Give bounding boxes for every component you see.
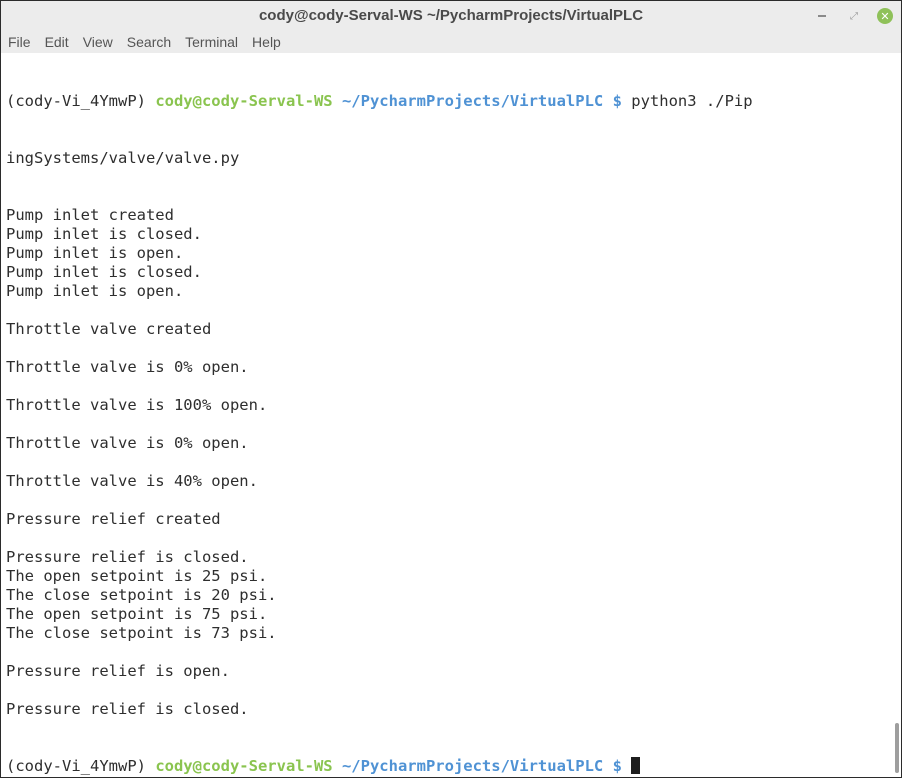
scrollbar[interactable] xyxy=(889,54,901,777)
output-line: The open setpoint is 25 psi. xyxy=(6,567,268,585)
output-line: Throttle valve is 40% open. xyxy=(6,472,258,490)
output-line: The close setpoint is 73 psi. xyxy=(6,624,277,642)
prompt-path: ~/PycharmProjects/VirtualPLC xyxy=(332,757,604,775)
minimize-icon[interactable] xyxy=(813,7,831,25)
menu-terminal[interactable]: Terminal xyxy=(185,34,238,50)
output-line: Throttle valve created xyxy=(6,320,212,338)
prompt-dollar: $ xyxy=(603,757,622,775)
output-line: Pressure relief is open. xyxy=(6,662,230,680)
output-line: The open setpoint is 75 psi. xyxy=(6,605,268,623)
virtualenv-label: (cody-Vi_4YmwP) xyxy=(6,92,156,110)
output-line: Throttle valve is 0% open. xyxy=(6,434,249,452)
command-wrap-line: ingSystems/valve/valve.py xyxy=(6,149,240,167)
output-line: Throttle valve is 100% open. xyxy=(6,396,268,414)
output-line: Pump inlet created xyxy=(6,206,174,224)
window-title: cody@cody-Serval-WS ~/PycharmProjects/Vi… xyxy=(258,7,644,24)
output-line: Pressure relief is closed. xyxy=(6,548,249,566)
menu-file[interactable]: File xyxy=(8,34,31,50)
output-line: Pump inlet is open. xyxy=(6,244,184,262)
active-prompt-line: (cody-Vi_4YmwP) cody@cody-Serval-WS ~/Py… xyxy=(6,757,889,776)
output-lines: Pump inlet created Pump inlet is closed. P… xyxy=(6,206,889,719)
menu-bar: File Edit View Search Terminal Help xyxy=(1,31,901,53)
output-line: Pressure relief is closed. xyxy=(6,700,249,718)
menu-edit[interactable]: Edit xyxy=(45,34,69,50)
command-prompt-line: (cody-Vi_4YmwP) cody@cody-Serval-WS ~/Py… xyxy=(6,92,889,111)
prompt-user-host: cody@cody-Serval-WS xyxy=(155,92,333,110)
maximize-icon[interactable]: ⤢ xyxy=(845,7,863,25)
menu-view[interactable]: View xyxy=(83,34,113,50)
output-line: The close setpoint is 20 psi. xyxy=(6,586,277,604)
window-controls: ⤢ ✕ xyxy=(799,7,893,25)
virtualenv-label: (cody-Vi_4YmwP) xyxy=(6,757,156,775)
terminal-output[interactable]: (cody-Vi_4YmwP) cody@cody-Serval-WS ~/Py… xyxy=(1,54,889,777)
prompt-dollar: $ xyxy=(603,92,622,110)
output-line: Pump inlet is closed. xyxy=(6,263,202,281)
scrollbar-thumb[interactable] xyxy=(895,723,899,773)
title-bar[interactable]: cody@cody-Serval-WS ~/PycharmProjects/Vi… xyxy=(1,1,901,53)
prompt-user-host: cody@cody-Serval-WS xyxy=(155,757,333,775)
close-icon[interactable]: ✕ xyxy=(877,8,893,24)
prompt-path: ~/PycharmProjects/VirtualPLC xyxy=(332,92,604,110)
text-cursor xyxy=(631,757,641,774)
command-text: python3 ./Pip xyxy=(621,92,753,110)
menu-search[interactable]: Search xyxy=(127,34,171,50)
output-line: Pump inlet is open. xyxy=(6,282,184,300)
output-line: Throttle valve is 0% open. xyxy=(6,358,249,376)
terminal-window: cody@cody-Serval-WS ~/PycharmProjects/Vi… xyxy=(0,0,902,778)
output-line: Pump inlet is closed. xyxy=(6,225,202,243)
menu-help[interactable]: Help xyxy=(252,34,281,50)
output-line: Pressure relief created xyxy=(6,510,221,528)
